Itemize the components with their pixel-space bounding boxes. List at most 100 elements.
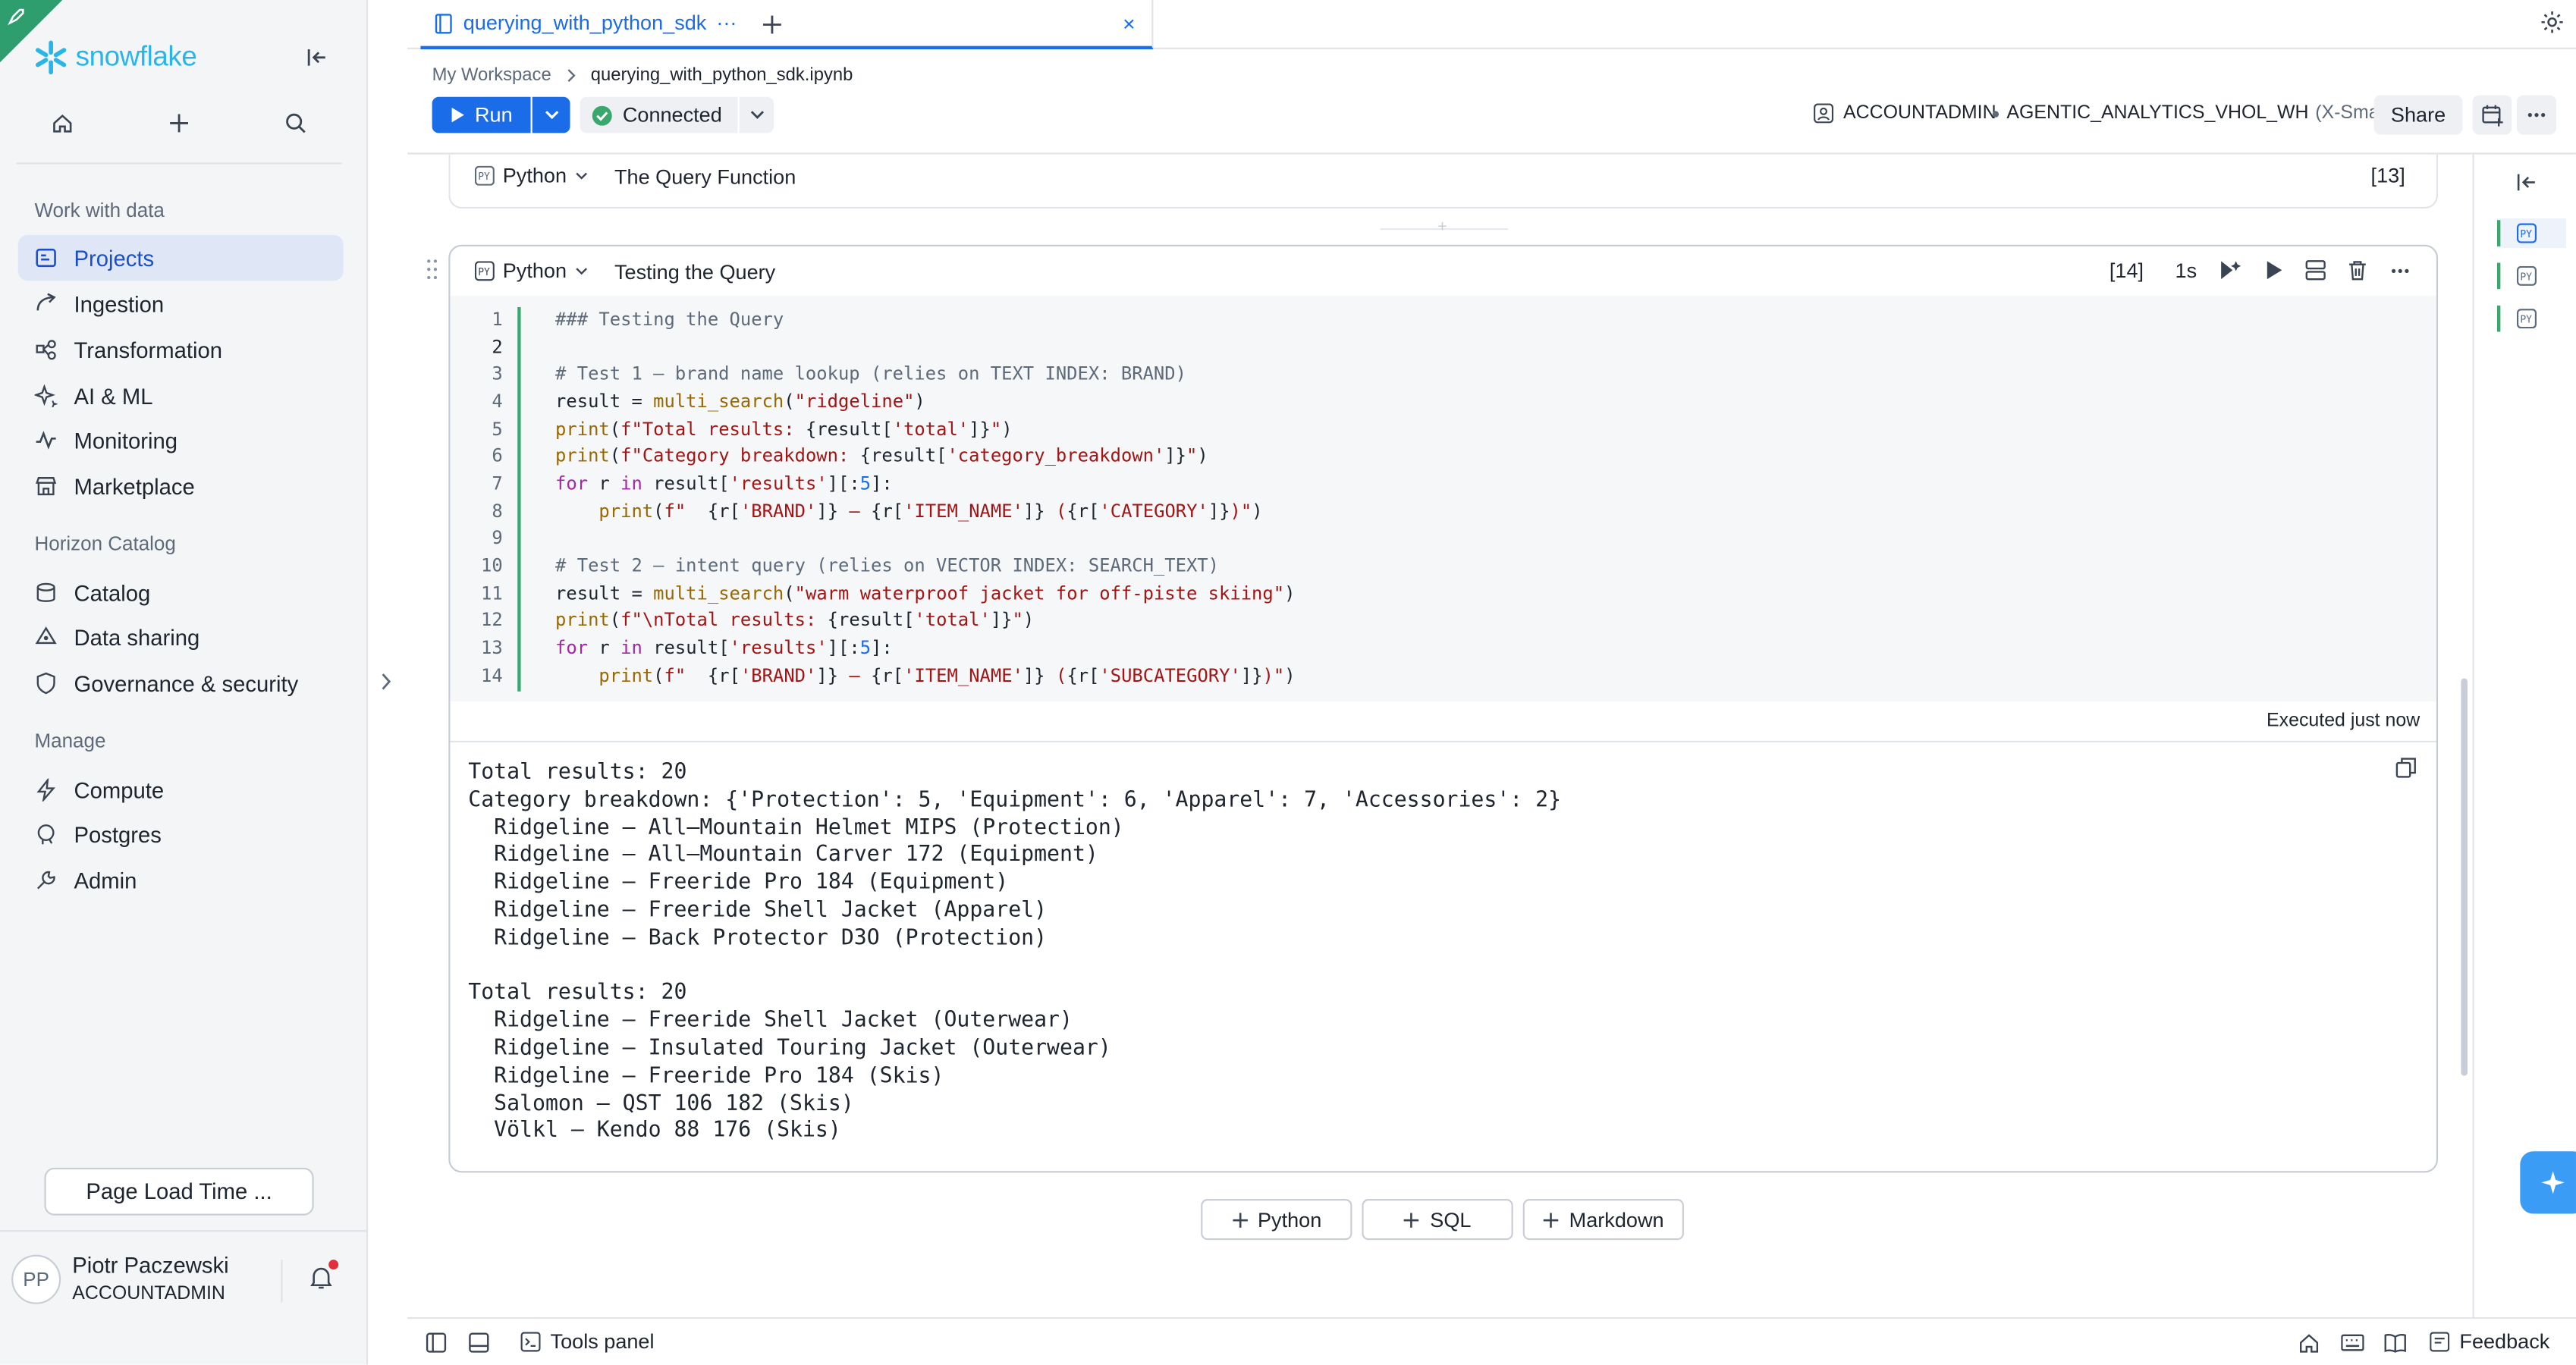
line-number: 4 — [492, 391, 503, 413]
add-python-cell-button[interactable]: Python — [1201, 1199, 1352, 1241]
sidebar-item-admin[interactable]: Admin — [18, 858, 344, 904]
outline-item[interactable]: PY — [2497, 261, 2566, 290]
role-label: ACCOUNTADMIN — [1843, 103, 1996, 124]
insert-cell-plus-icon[interactable]: + — [1437, 218, 1447, 237]
sparkle-icon — [2541, 1171, 2565, 1194]
sidebar-item-label: AI & ML — [74, 383, 153, 409]
sidebar-item-projects[interactable]: Projects — [17, 234, 344, 281]
cell-execution-count: [14] — [2109, 259, 2144, 283]
sidebar-item-label: Admin — [74, 868, 137, 893]
run-label: Run — [474, 103, 513, 127]
outline-marker — [2497, 262, 2501, 290]
home-icon[interactable] — [2298, 1332, 2320, 1353]
svg-text:PY: PY — [478, 267, 490, 278]
trash-icon[interactable] — [2348, 259, 2367, 281]
drag-handle-icon[interactable] — [426, 258, 438, 281]
collapse-outline-icon[interactable] — [2515, 171, 2538, 193]
new-tab-plus-icon[interactable] — [761, 13, 784, 36]
tab-notebook[interactable]: querying_with_python_sdk ··· × — [420, 0, 1154, 49]
snowflake-logo[interactable]: snowflake — [33, 39, 197, 76]
output-line: Ridgeline — Freeride Shell Jacket (Outer… — [468, 1009, 1073, 1034]
top-navigation — [30, 108, 342, 145]
plus-icon[interactable] — [168, 111, 190, 134]
feedback-button[interactable]: Feedback — [2430, 1330, 2549, 1354]
python-icon: PY — [474, 165, 495, 186]
home-icon[interactable] — [51, 111, 74, 134]
search-icon[interactable] — [284, 111, 307, 134]
run-below-icon[interactable] — [2219, 259, 2242, 281]
line-number: 10 — [481, 554, 503, 576]
gear-icon[interactable] — [2540, 10, 2564, 34]
tools-panel-button[interactable]: Tools panel — [520, 1330, 655, 1354]
avatar[interactable]: PP — [11, 1254, 61, 1304]
notebook-cell-14[interactable]: PY Python Testing the Query [14] 1s 1234… — [448, 244, 2439, 1173]
bolt-icon — [36, 778, 55, 802]
sidebar-item-monitoring[interactable]: Monitoring — [18, 417, 344, 463]
sidebar-toggle-icon[interactable] — [426, 1332, 447, 1353]
outline-item-active[interactable]: PY — [2497, 218, 2566, 249]
assistant-button[interactable] — [2520, 1151, 2576, 1214]
copy-icon[interactable] — [2395, 757, 2417, 778]
role-selector[interactable]: ACCOUNTADMIN — [1814, 103, 1996, 123]
sidebar-item-transformation[interactable]: Transformation — [18, 327, 344, 373]
keyboard-icon[interactable] — [2341, 1332, 2364, 1353]
more-icon — [2527, 113, 2546, 118]
cell-language-selector[interactable]: PY Python — [474, 165, 588, 187]
cell-header: PY Python Testing the Query [14] 1s — [450, 246, 2436, 296]
more-options-button[interactable] — [2517, 95, 2556, 135]
chevron-right-icon[interactable] — [379, 672, 392, 692]
connection-dropdown-button[interactable] — [739, 96, 774, 133]
sidebar-item-compute[interactable]: Compute — [18, 767, 344, 813]
cell-title[interactable]: Testing the Query — [614, 261, 775, 284]
output-line: Ridgeline — Back Protector D3O (Protecti… — [468, 926, 1048, 951]
outline-item[interactable]: PY — [2497, 304, 2566, 334]
svg-text:PY: PY — [2520, 271, 2532, 283]
shield-icon — [36, 672, 55, 695]
more-icon[interactable] — [2390, 268, 2410, 275]
split-cell-icon[interactable] — [2305, 259, 2326, 281]
scrollbar[interactable] — [2461, 678, 2468, 1076]
collapse-sidebar-icon[interactable] — [304, 44, 331, 71]
warehouse-selector[interactable]: ● AGENTIC_ANALYTICS_VHOL_WH (X-Small) — [1991, 103, 2394, 123]
divider — [16, 162, 342, 165]
connection-status[interactable]: Connected — [580, 96, 738, 133]
sidebar-item-data-sharing[interactable]: Data sharing — [18, 614, 344, 661]
run-dropdown-button[interactable] — [532, 96, 570, 133]
share-icon — [35, 626, 57, 645]
share-button[interactable]: Share — [2373, 95, 2463, 135]
user-name: Piotr Paczewski — [72, 1253, 229, 1278]
chevron-down-icon — [544, 111, 558, 120]
sidebar-item-ai-ml[interactable]: AI & ML — [18, 373, 344, 419]
bottom-panel-icon[interactable] — [468, 1332, 489, 1353]
schedule-button[interactable] — [2472, 95, 2512, 135]
execution-status: Executed just now — [2267, 711, 2420, 731]
cell-modified-bar — [517, 307, 521, 692]
line-number: 6 — [492, 445, 503, 467]
add-markdown-cell-button[interactable]: Markdown — [1522, 1199, 1684, 1241]
divider — [0, 1230, 369, 1232]
sidebar-item-postgres[interactable]: Postgres — [18, 811, 344, 858]
sidebar-item-marketplace[interactable]: Marketplace — [18, 463, 344, 510]
sidebar-item-governance[interactable]: Governance & security — [18, 661, 344, 707]
play-icon[interactable] — [2266, 259, 2284, 281]
code-editor[interactable]: 1 2 3 4 5 6 7 8 9 10 11 12 13 14 ### Testing the Quer… — [450, 295, 2436, 701]
sidebar-item-ingestion[interactable]: Ingestion — [18, 281, 344, 327]
run-button[interactable]: Run — [432, 96, 531, 133]
cell-execution-count: [13] — [2370, 164, 2405, 187]
notebook-cell-13[interactable]: PY Python The Query Function [13] — [448, 154, 2439, 209]
cell-duration: 1s — [2175, 259, 2197, 283]
add-sql-cell-button[interactable]: SQL — [1362, 1199, 1513, 1241]
close-icon[interactable]: × — [1123, 11, 1135, 35]
book-icon[interactable] — [2384, 1332, 2407, 1353]
page-load-time-button[interactable]: Page Load Time ... — [44, 1167, 314, 1216]
play-icon — [451, 107, 464, 123]
sidebar-item-catalog[interactable]: Catalog — [18, 570, 344, 617]
breadcrumb-workspace[interactable]: My Workspace — [432, 66, 551, 86]
line-number: 2 — [492, 336, 503, 358]
cell-language-selector[interactable]: PY Python — [474, 259, 588, 283]
breadcrumb: My Workspace querying_with_python_sdk.ip… — [432, 66, 853, 86]
section-title: Work with data — [34, 199, 165, 222]
marketplace-icon — [36, 477, 57, 496]
terminal-icon — [520, 1332, 541, 1352]
code-content[interactable]: ### Testing the Query # Test 1 — brand n… — [555, 307, 1296, 690]
